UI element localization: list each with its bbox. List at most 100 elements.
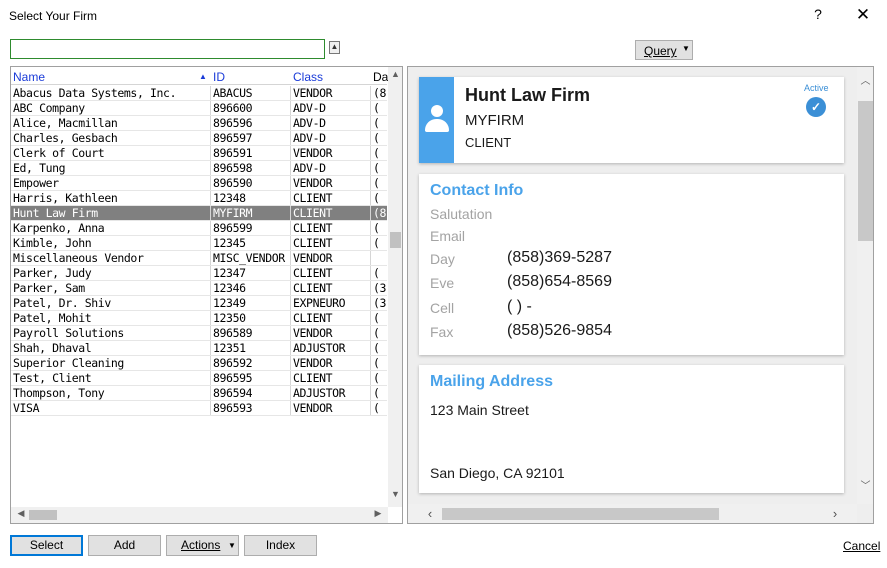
- cell-id: ABACUS: [211, 86, 291, 100]
- grid-header: Name ▲ ID Class Da: [11, 67, 388, 85]
- table-row[interactable]: Patel, Mohit 12350 CLIENT(: [11, 311, 387, 326]
- table-row[interactable]: Shah, Dhaval 12351 ADJUSTOR(: [11, 341, 387, 356]
- table-row[interactable]: Harris, Kathleen 12348 CLIENT(: [11, 191, 387, 206]
- grid-hscroll-thumb[interactable]: [29, 510, 57, 520]
- cell-name: VISA: [11, 401, 211, 415]
- cell-name: Clerk of Court: [11, 146, 211, 160]
- table-row[interactable]: Patel, Dr. Shiv 12349 EXPNEURO (3: [11, 296, 387, 311]
- column-header-name[interactable]: Name: [13, 70, 45, 84]
- table-row[interactable]: Thompson, Tony 896594 ADJUSTOR(: [11, 386, 387, 401]
- column-header-id[interactable]: ID: [213, 70, 225, 84]
- column-header-class[interactable]: Class: [293, 70, 323, 84]
- scroll-down-icon[interactable]: ▼: [388, 489, 402, 505]
- cell-class: CLIENT: [291, 221, 371, 235]
- day-label: Day: [430, 251, 455, 267]
- cell-name: Thompson, Tony: [11, 386, 211, 400]
- cell-id: 12349: [211, 296, 291, 310]
- email-label: Email: [430, 228, 466, 244]
- cell-da: (: [373, 146, 380, 160]
- panel-horizontal-scrollbar[interactable]: ‹ ›: [408, 504, 857, 523]
- panel-vertical-scrollbar[interactable]: ︿ ﹀: [857, 67, 873, 504]
- scroll-up-icon[interactable]: ▲: [388, 69, 402, 85]
- scroll-right-icon[interactable]: ▶: [370, 508, 386, 522]
- query-button[interactable]: Query ▼: [635, 40, 693, 60]
- cell-id: 12351: [211, 341, 291, 355]
- firm-name: Hunt Law Firm: [465, 85, 590, 105]
- cell-name: Empower: [11, 176, 211, 190]
- select-button[interactable]: Select: [10, 535, 83, 556]
- person-icon: [424, 104, 450, 134]
- help-button[interactable]: ?: [812, 6, 824, 22]
- cell-class: CLIENT: [291, 281, 371, 295]
- table-row[interactable]: Parker, Sam 12346 CLIENT (3: [11, 281, 387, 296]
- table-row[interactable]: Charles, Gesbach 896597 ADV-D(: [11, 131, 387, 146]
- actions-button[interactable]: Actions ▼: [166, 535, 239, 556]
- address-line1: 123 Main Street: [430, 402, 529, 418]
- scroll-up-icon[interactable]: ︿: [857, 72, 873, 88]
- table-row[interactable]: Ed, Tung 896598 ADV-D(: [11, 161, 387, 176]
- table-row[interactable]: ABC Company 896600 ADV-D(: [11, 101, 387, 116]
- cell-phone: ( ) -: [507, 298, 532, 315]
- scroll-right-icon[interactable]: ›: [827, 506, 843, 522]
- cell-class: VENDOR: [291, 146, 371, 160]
- grid-horizontal-scrollbar[interactable]: ◀ ▶: [11, 507, 388, 523]
- cell-class: ADV-D: [291, 161, 371, 175]
- cancel-link[interactable]: Cancel: [843, 539, 880, 553]
- cell-name: Hunt Law Firm: [11, 206, 211, 220]
- cell-id: 12350: [211, 311, 291, 325]
- cell-id: 896600: [211, 101, 291, 115]
- table-row[interactable]: Abacus Data Systems, Inc. ABACUS VENDOR (8: [11, 86, 387, 101]
- chevron-down-icon: ▼: [682, 44, 690, 53]
- column-header-da[interactable]: Da: [373, 70, 388, 84]
- add-button[interactable]: Add: [88, 535, 161, 556]
- close-icon[interactable]: ✕: [853, 5, 873, 25]
- table-row[interactable]: VISA 896593 VENDOR(: [11, 401, 387, 416]
- cell-name: Shah, Dhaval: [11, 341, 211, 355]
- cell-name: Alice, Macmillan: [11, 116, 211, 130]
- table-row[interactable]: Test, Client 896595 CLIENT(: [11, 371, 387, 386]
- table-row[interactable]: Empower 896590 VENDOR(: [11, 176, 387, 191]
- search-input[interactable]: [10, 39, 325, 59]
- cell-id: MISC_VENDOR: [211, 251, 291, 265]
- panel-vscroll-thumb[interactable]: [858, 101, 873, 241]
- cell-id: 896598: [211, 161, 291, 175]
- cell-da: (: [373, 221, 380, 235]
- index-button[interactable]: Index: [244, 535, 317, 556]
- table-row[interactable]: Miscellaneous Vendor MISC_VENDOR VENDOR: [11, 251, 387, 266]
- firm-id: MYFIRM: [465, 112, 525, 129]
- cell-id: 896591: [211, 146, 291, 160]
- cell-class: CLIENT: [291, 311, 371, 325]
- table-row[interactable]: Clerk of Court 896591 VENDOR(: [11, 146, 387, 161]
- cell-class: ADV-D: [291, 131, 371, 145]
- cell-da: (8: [373, 86, 387, 100]
- table-row[interactable]: Alice, Macmillan 896596 ADV-D(: [11, 116, 387, 131]
- table-row[interactable]: Kimble, John 12345 CLIENT(: [11, 236, 387, 251]
- cell-id: 896590: [211, 176, 291, 190]
- cell-da: (8: [373, 206, 387, 220]
- cell-da: (: [373, 386, 380, 400]
- scroll-left-icon[interactable]: ◀: [13, 508, 29, 522]
- cell-name: Harris, Kathleen: [11, 191, 211, 205]
- grid-vscroll-thumb[interactable]: [390, 232, 401, 248]
- cell-id: 12348: [211, 191, 291, 205]
- cell-da: (: [373, 311, 380, 325]
- scroll-down-icon[interactable]: ﹀: [857, 477, 873, 493]
- query-label: Query: [644, 44, 677, 58]
- table-row[interactable]: Parker, Judy 12347 CLIENT(: [11, 266, 387, 281]
- panel-hscroll-thumb[interactable]: [442, 508, 719, 520]
- collapse-up-icon[interactable]: ▲: [329, 41, 340, 54]
- grid-vertical-scrollbar[interactable]: ▲ ▼: [388, 67, 402, 507]
- cell-class: VENDOR: [291, 356, 371, 370]
- scroll-left-icon[interactable]: ‹: [422, 506, 438, 522]
- cell-class: VENDOR: [291, 251, 371, 265]
- cell-da: (: [373, 341, 380, 355]
- firm-card-accent: [419, 77, 454, 163]
- address-city-line: San Diego, CA 92101: [430, 465, 565, 481]
- table-row[interactable]: Karpenko, Anna 896599 CLIENT(: [11, 221, 387, 236]
- table-row[interactable]: Payroll Solutions 896589 VENDOR(: [11, 326, 387, 341]
- cell-class: VENDOR: [291, 326, 371, 340]
- cell-da: (: [373, 191, 380, 205]
- table-row[interactable]: Hunt Law Firm MYFIRM CLIENT (8: [11, 206, 387, 221]
- cell-id: 896594: [211, 386, 291, 400]
- table-row[interactable]: Superior Cleaning 896592 VENDOR(: [11, 356, 387, 371]
